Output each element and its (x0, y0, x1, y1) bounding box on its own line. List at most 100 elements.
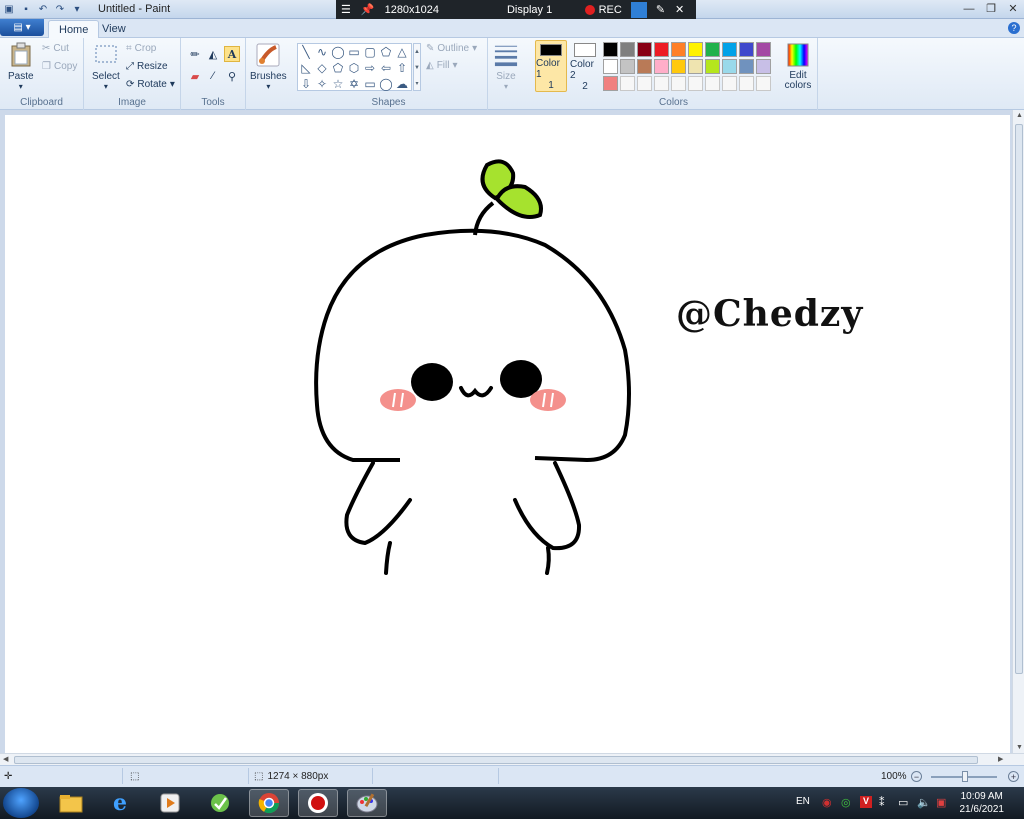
up-arrow-shape-icon[interactable]: ⇧ (395, 61, 409, 75)
vertical-scrollbar[interactable]: ▲ ▼ (1012, 110, 1024, 753)
paste-button[interactable]: Paste ▾ (8, 42, 34, 91)
size-button[interactable]: Size ▾ (494, 42, 518, 91)
palette-swatch[interactable] (705, 76, 720, 91)
palette-swatch[interactable] (620, 59, 635, 74)
restore-icon[interactable]: ❐ (980, 0, 1002, 17)
left-arrow-shape-icon[interactable]: ⇦ (379, 61, 393, 75)
scroll-right-icon[interactable]: ▶ (998, 755, 1003, 763)
palette-swatch[interactable] (688, 76, 703, 91)
fill-bucket-icon[interactable]: ◭ (205, 46, 221, 62)
color1-button[interactable]: Color 1 1 (535, 40, 567, 92)
four-point-star-icon[interactable]: ✧ (315, 77, 329, 91)
text-tool-icon[interactable]: A (224, 46, 240, 62)
tray-bluetooth-icon[interactable]: ⁑ (879, 796, 891, 809)
scroll-left-icon[interactable]: ◀ (3, 755, 8, 763)
pencil-icon[interactable]: ✏ (187, 46, 203, 62)
rectangle-shape-icon[interactable]: ▭ (347, 45, 361, 59)
pentagon-shape-icon[interactable]: ⬠ (331, 61, 345, 75)
six-point-star-icon[interactable]: ✡ (347, 77, 361, 91)
right-triangle-shape-icon[interactable]: ◺ (299, 61, 313, 75)
taskbar-recorder[interactable] (298, 789, 338, 817)
outline-button[interactable]: ✎ Outline ▾ (426, 43, 477, 54)
fill-button[interactable]: ◭ Fill ▾ (426, 60, 458, 71)
taskbar-app-green[interactable] (200, 789, 240, 817)
pen-icon[interactable]: ✎ (651, 0, 670, 19)
minimize-icon[interactable]: — (958, 0, 980, 17)
horizontal-scroll-thumb[interactable] (14, 756, 978, 764)
taskbar-paint[interactable] (347, 789, 387, 817)
callout-rect-icon[interactable]: ▭ (363, 77, 377, 91)
palette-swatch[interactable] (603, 76, 618, 91)
brushes-button[interactable]: Brushes ▾ (250, 42, 287, 91)
palette-swatch[interactable] (654, 59, 669, 74)
palette-swatch[interactable] (739, 76, 754, 91)
select-button[interactable]: Select ▾ (92, 42, 120, 91)
resize-button[interactable]: ⤢ Resize (126, 61, 168, 72)
oval-shape-icon[interactable]: ◯ (331, 45, 345, 59)
taskbar-explorer[interactable] (51, 789, 91, 817)
palette-swatch[interactable] (637, 42, 652, 57)
palette-swatch[interactable] (603, 42, 618, 57)
copy-button[interactable]: ❐ Copy (42, 61, 77, 72)
palette-swatch[interactable] (756, 42, 771, 57)
zoom-out-icon[interactable]: − (911, 771, 922, 782)
polygon-shape-icon[interactable]: ⬠ (379, 45, 393, 59)
magnifier-icon[interactable]: ⚲ (224, 68, 240, 84)
palette-swatch[interactable] (637, 76, 652, 91)
shapes-scroll[interactable]: ▲ ▼ ▾ (413, 43, 421, 91)
five-point-star-icon[interactable]: ☆ (331, 77, 345, 91)
redo-icon[interactable]: ↷ (53, 2, 67, 16)
palette-swatch[interactable] (756, 76, 771, 91)
palette-swatch[interactable] (722, 59, 737, 74)
rounded-rectangle-shape-icon[interactable]: ▢ (363, 45, 377, 59)
network-icon[interactable]: ▭ (898, 796, 910, 809)
palette-swatch[interactable] (705, 59, 720, 74)
curve-shape-icon[interactable]: ∿ (315, 45, 329, 59)
taskbar-media-player[interactable] (150, 789, 190, 817)
scroll-down-icon[interactable]: ▼ (1016, 744, 1023, 751)
edit-colors-button[interactable]: Edit colors (780, 42, 816, 91)
palette-swatch[interactable] (722, 42, 737, 57)
taskbar-chrome[interactable] (249, 789, 289, 817)
start-button[interactable] (3, 788, 39, 818)
display-selector[interactable]: Display 1 (480, 0, 580, 19)
hexagon-shape-icon[interactable]: ⬡ (347, 61, 361, 75)
palette-swatch[interactable] (688, 59, 703, 74)
triangle-shape-icon[interactable]: △ (395, 45, 409, 59)
zoom-in-icon[interactable]: + (1008, 771, 1019, 782)
file-menu-button[interactable]: ▤ ▾ (0, 19, 44, 36)
help-icon[interactable]: ? (1008, 22, 1020, 34)
taskbar-internet-explorer[interactable]: e (100, 789, 140, 817)
vertical-scroll-thumb[interactable] (1015, 124, 1023, 674)
eraser-icon[interactable]: ▰ (187, 68, 203, 84)
scroll-up-icon[interactable]: ▲ (1016, 112, 1023, 119)
diamond-shape-icon[interactable]: ◇ (315, 61, 329, 75)
palette-swatch[interactable] (756, 59, 771, 74)
palette-swatch[interactable] (654, 42, 669, 57)
volume-icon[interactable]: 🔈 (917, 796, 931, 809)
brushes-dropdown-icon[interactable]: ▾ (266, 82, 270, 91)
callout-oval-icon[interactable]: ◯ (379, 77, 393, 91)
palette-swatch[interactable] (671, 42, 686, 57)
pin-icon[interactable]: 📌 (356, 0, 380, 19)
crop-button[interactable]: ⌗ Crop (126, 43, 156, 54)
system-clock[interactable]: 10:09 AM 21/6/2021 (960, 790, 1005, 816)
language-indicator[interactable]: EN (796, 796, 810, 807)
palette-swatch[interactable] (722, 76, 737, 91)
menu-icon[interactable]: ☰ (336, 0, 356, 19)
palette-swatch[interactable] (637, 59, 652, 74)
palette-swatch[interactable] (620, 76, 635, 91)
palette-swatch[interactable] (739, 59, 754, 74)
paint-app-icon[interactable]: ▣ (2, 2, 16, 16)
customize-qat-icon[interactable]: ▾ (70, 2, 84, 16)
recorder-close-icon[interactable]: ✕ (670, 0, 689, 19)
paste-dropdown-icon[interactable]: ▾ (19, 82, 23, 91)
undo-icon[interactable]: ↶ (36, 2, 50, 16)
palette-swatch[interactable] (705, 42, 720, 57)
horizontal-scrollbar[interactable]: ◀ ▶ (0, 753, 1024, 765)
zoom-slider-thumb[interactable] (962, 771, 968, 782)
tray-security-icon[interactable]: ▣ (936, 796, 948, 809)
save-icon[interactable]: ▪ (19, 2, 33, 16)
palette-swatch[interactable] (671, 76, 686, 91)
palette-swatch[interactable] (620, 42, 635, 57)
